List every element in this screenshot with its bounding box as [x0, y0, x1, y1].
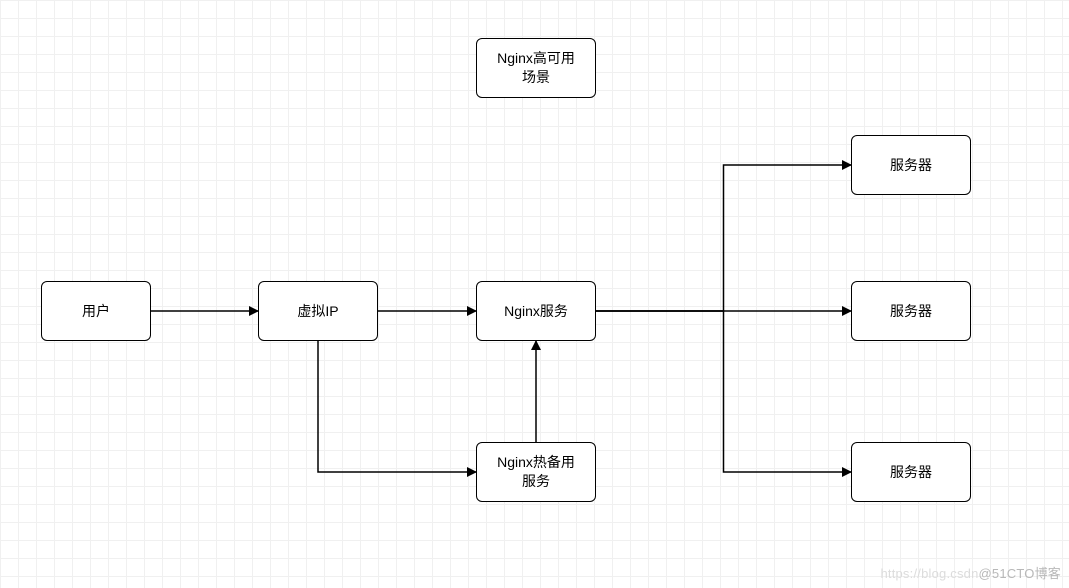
node-user: 用户: [41, 281, 151, 341]
watermark-faint: https://blog.csdn: [880, 566, 978, 581]
edge-nginx-to-server1: [596, 165, 851, 311]
node-title: Nginx高可用场景: [476, 38, 596, 98]
watermark: https://blog.csdn@51CTO博客: [880, 563, 1061, 582]
node-virtual-ip: 虚拟IP: [258, 281, 378, 341]
edge-vip-to-backup: [318, 341, 476, 472]
node-server-2: 服务器: [851, 281, 971, 341]
node-nginx: Nginx服务: [476, 281, 596, 341]
watermark-text: @51CTO博客: [979, 566, 1061, 581]
node-server-1: 服务器: [851, 135, 971, 195]
edge-nginx-to-server3: [596, 311, 851, 472]
node-nginx-backup: Nginx热备用服务: [476, 442, 596, 502]
node-server-3: 服务器: [851, 442, 971, 502]
